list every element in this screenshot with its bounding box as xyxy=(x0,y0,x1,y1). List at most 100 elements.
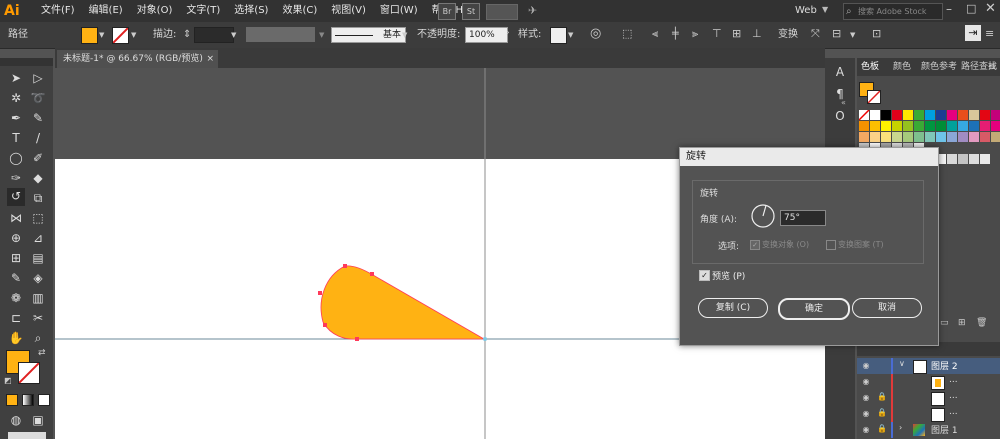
align-right-icon[interactable]: ⫸ xyxy=(692,27,698,41)
angle-input[interactable]: 75° xyxy=(780,210,826,226)
swatch-row-1[interactable] xyxy=(859,110,1000,121)
magic-wand-tool-icon[interactable]: ✲ xyxy=(8,90,24,106)
opacity-input[interactable]: 100% xyxy=(465,27,508,43)
selection-tool-icon[interactable]: ➤ xyxy=(8,70,24,86)
menu-view[interactable]: 视图(V) xyxy=(324,0,373,22)
symbol-sprayer-tool-icon[interactable]: ❁ xyxy=(8,290,24,306)
anchor-point[interactable] xyxy=(318,291,322,295)
gradient-tool-icon[interactable]: ▤ xyxy=(30,250,46,266)
select-similar-chevron-icon[interactable]: ▼ xyxy=(850,31,855,39)
menu-select[interactable]: 选择(S) xyxy=(227,0,275,22)
copy-button[interactable]: 复制 (C) xyxy=(698,298,768,318)
layer-name[interactable]: 图层 1 xyxy=(931,423,958,436)
visibility-eye-icon[interactable]: ◉ xyxy=(861,361,871,371)
profile-chevron-icon[interactable]: ▼ xyxy=(319,31,324,39)
layer-row[interactable]: ◉ 🔒 › 图层 1 xyxy=(857,422,1000,438)
rotation-origin-point[interactable] xyxy=(483,337,487,341)
document-close-icon[interactable]: × xyxy=(206,50,214,68)
tab-color[interactable]: 颜色 xyxy=(893,58,911,76)
menu-edit[interactable]: 编辑(E) xyxy=(82,0,130,22)
none-mode-icon[interactable] xyxy=(38,394,50,406)
close-window-icon[interactable]: ✕ xyxy=(985,1,996,16)
delete-swatch-icon[interactable]: 🗑 xyxy=(976,318,987,328)
graphic-style-swatch[interactable] xyxy=(550,27,567,44)
ok-button[interactable]: 确定 xyxy=(778,298,850,320)
document-tab[interactable]: 未标题-1* @ 66.67% (RGB/预览) × xyxy=(57,50,218,68)
layer-row[interactable]: ◉ 🔒 ... xyxy=(857,406,1000,422)
tab-color-guide[interactable]: 颜色参考 xyxy=(921,58,957,76)
type-tool-icon[interactable]: T xyxy=(8,130,24,146)
stock-search-input[interactable]: ⌕ 搜索 Adobe Stock xyxy=(843,3,943,20)
color-mode-icon[interactable] xyxy=(6,394,18,406)
eyedropper-tool-icon[interactable]: ✎ xyxy=(8,270,24,286)
control-bar-menu-icon[interactable]: ≡ xyxy=(985,27,994,40)
fill-chevron-icon[interactable]: ▼ xyxy=(99,31,104,39)
stroke-weight-input[interactable] xyxy=(194,27,234,43)
layer-name[interactable]: 图层 2 xyxy=(931,359,958,372)
blend-tool-icon[interactable]: ◈ xyxy=(30,270,46,286)
align-bottom-icon[interactable]: ⊥ xyxy=(752,27,762,40)
style-chevron-icon[interactable]: ▼ xyxy=(568,31,573,39)
rotate-tool-icon[interactable]: ↺ xyxy=(7,188,25,206)
layer-name[interactable]: ... xyxy=(949,407,958,417)
anchor-point[interactable] xyxy=(355,337,359,341)
column-graph-tool-icon[interactable]: ▥ xyxy=(30,290,46,306)
opacity-expand-icon[interactable]: › xyxy=(506,28,510,38)
stroke-color-box[interactable] xyxy=(18,362,40,384)
scale-tool-icon[interactable]: ⧉ xyxy=(30,190,46,206)
perspective-grid-tool-icon[interactable]: ⊿ xyxy=(30,230,46,246)
panel-collapse-icon[interactable]: « xyxy=(841,98,846,108)
new-color-group-icon[interactable]: ▭ xyxy=(940,318,949,328)
visibility-eye-icon[interactable]: ◉ xyxy=(861,409,871,419)
lock-icon[interactable]: 🔒 xyxy=(877,424,887,433)
menu-window[interactable]: 窗口(W) xyxy=(373,0,425,22)
free-transform-tool-icon[interactable]: ⬚ xyxy=(30,210,46,226)
layer-row[interactable]: ◉ ∨ 图层 2 xyxy=(857,358,1000,374)
direct-selection-tool-icon[interactable]: ▷ xyxy=(30,70,46,86)
opentype-panel-icon[interactable]: O xyxy=(832,108,848,124)
align-to-icon[interactable]: ⬚ xyxy=(622,27,632,40)
stroke-weight-stepper-icon[interactable]: ⇕ xyxy=(183,28,191,42)
menu-file[interactable]: 文件(F) xyxy=(34,0,82,22)
layer-row[interactable]: ◉ 🔒 ... xyxy=(857,390,1000,406)
default-colors-icon[interactable]: ◩ xyxy=(4,376,12,385)
preview-checkbox[interactable]: ✓ xyxy=(699,270,710,281)
screen-mode-icon[interactable]: ▣ xyxy=(30,412,46,428)
visibility-eye-icon[interactable]: ◉ xyxy=(861,425,871,435)
anchor-point[interactable] xyxy=(370,272,374,276)
transform-objects-checkbox[interactable]: ✓ xyxy=(750,240,760,250)
shape-builder-tool-icon[interactable]: ⊕ xyxy=(8,230,24,246)
edit-toolbar-button[interactable] xyxy=(8,432,46,439)
align-top-icon[interactable]: ⊤ xyxy=(712,27,722,40)
visibility-eye-icon[interactable]: ◉ xyxy=(861,377,871,387)
anchor-point[interactable] xyxy=(323,323,327,327)
swatch-row-3[interactable] xyxy=(859,132,1000,142)
panel-menu-icon[interactable]: ≡ xyxy=(988,62,996,73)
eraser-tool-icon[interactable]: ◆ xyxy=(30,170,46,186)
angle-dial-icon[interactable] xyxy=(750,203,776,229)
stroke-none-swatch[interactable] xyxy=(112,27,129,44)
arrange-icon[interactable]: ⇥ xyxy=(965,25,981,41)
transform-link[interactable]: 变换 xyxy=(778,28,798,42)
menu-type[interactable]: 文字(T) xyxy=(179,0,227,22)
fill-swatch[interactable] xyxy=(81,27,98,44)
gpu-performance-icon[interactable]: ✈ xyxy=(528,4,542,18)
paintbrush-tool-icon[interactable]: ✐ xyxy=(30,150,46,166)
brush-chevron-icon[interactable]: ▼ xyxy=(402,31,407,39)
expand-chevron-icon[interactable]: › xyxy=(899,423,902,432)
hand-tool-icon[interactable]: ✋ xyxy=(8,330,24,346)
menu-effect[interactable]: 效果(C) xyxy=(275,0,324,22)
line-tool-icon[interactable]: / xyxy=(30,130,46,146)
shaper-tool-icon[interactable]: ✑ xyxy=(8,170,24,186)
visibility-eye-icon[interactable]: ◉ xyxy=(861,393,871,403)
pen-tool-icon[interactable]: ✒ xyxy=(8,110,24,126)
align-center-icon[interactable]: ╪ xyxy=(672,27,679,40)
workspace-chevron-icon[interactable]: ▼ xyxy=(822,5,828,14)
layer-name[interactable]: ... xyxy=(949,391,958,401)
width-tool-icon[interactable]: ⋈ xyxy=(8,210,24,226)
ellipse-tool-icon[interactable]: ◯ xyxy=(8,150,24,166)
recolor-artwork-icon[interactable]: ◎ xyxy=(590,26,601,41)
variable-width-profile[interactable] xyxy=(246,27,315,42)
transform-patterns-checkbox[interactable] xyxy=(826,240,836,250)
teardrop-shape[interactable] xyxy=(320,265,486,340)
